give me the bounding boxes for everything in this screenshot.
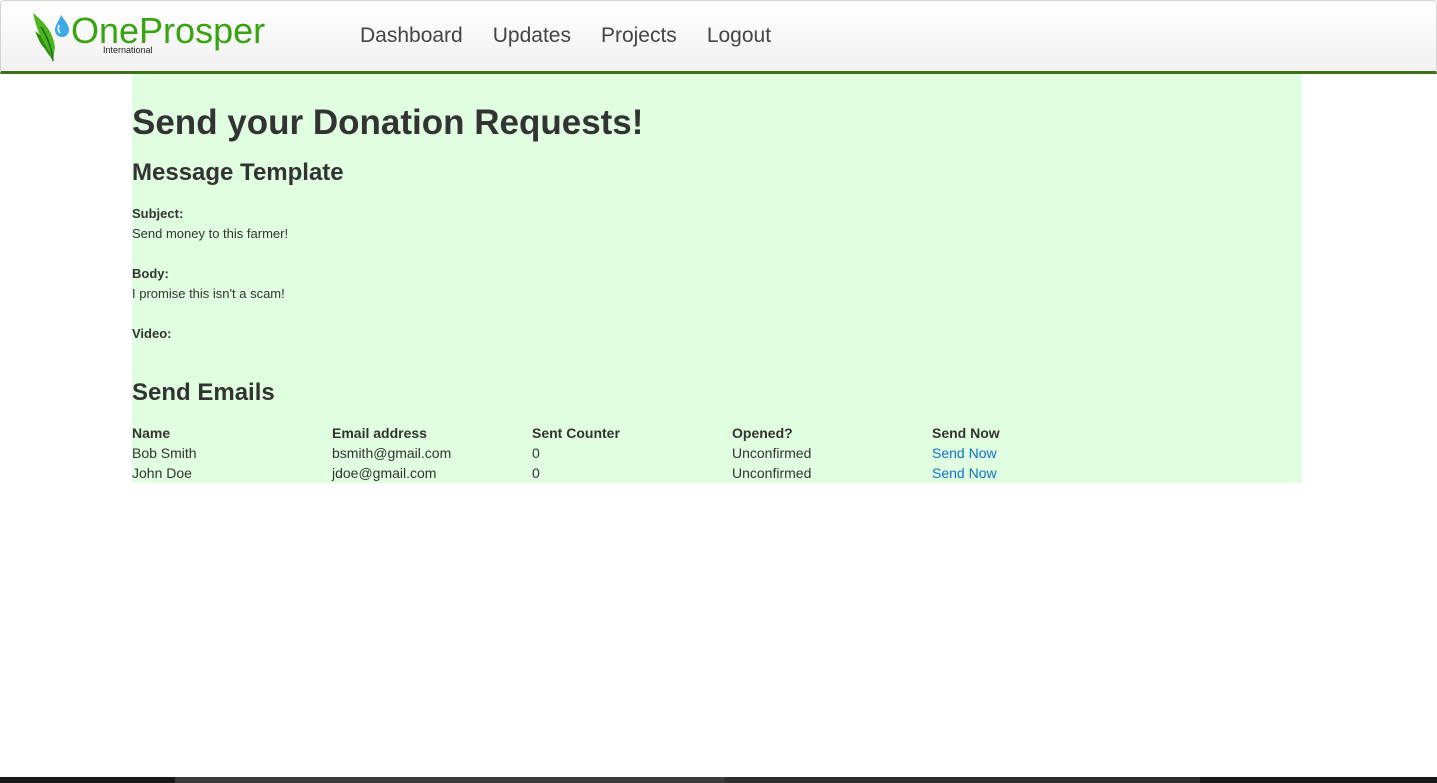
column-header-email: Email address [332,425,427,441]
brand-name: OneProsper [71,10,266,51]
brand-subtitle: International [103,45,153,55]
navbar: OneProsper International Dashboard Updat… [0,0,1437,74]
subject-label: Subject: [132,206,184,221]
cell-opened: Unconfirmed [732,445,812,461]
send-now-link[interactable]: Send Now [932,465,997,481]
nav-item-updates[interactable]: Updates [478,1,586,71]
column-header-opened: Opened? [732,425,793,441]
message-template-heading: Message Template [132,159,344,186]
leaf-logo-icon [33,13,69,62]
cell-name: John Doe [132,465,192,481]
cell-sent-counter: 0 [532,445,540,461]
cell-email: bsmith@gmail.com [332,445,452,461]
emails-table: Name Email address Sent Counter Opened? … [132,423,1132,483]
nav-item-dashboard[interactable]: Dashboard [345,1,478,71]
column-header-name: Name [132,425,171,441]
cell-sent-counter: 0 [532,465,540,481]
cell-action: Send Now [932,463,1132,483]
column-header-send-now: Send Now [932,425,1000,441]
subject-value: Send money to this farmer! [132,226,289,241]
cell-opened: Unconfirmed [732,465,812,481]
table-header-row: Name Email address Sent Counter Opened? … [132,423,1132,443]
video-label: Video: [132,326,172,341]
page-title: Send your Donation Requests! [132,103,644,142]
main-content: Send your Donation Requests! Message Tem… [132,74,1302,483]
cell-name: Bob Smith [132,445,197,461]
body-label: Body: [132,266,169,281]
table-row: John Doe jdoe@gmail.com 0 Unconfirmed Se… [132,463,1132,483]
body-value: I promise this isn't a scam! [132,286,285,301]
send-emails-heading: Send Emails [132,379,275,406]
column-header-sent-counter: Sent Counter [532,425,620,441]
cell-action: Send Now [932,443,1132,463]
window-bottom-edge [0,777,1437,783]
main-nav: Dashboard Updates Projects Logout [345,1,786,71]
send-now-link[interactable]: Send Now [932,445,997,461]
brand-logo-link[interactable]: OneProsper International [31,9,276,63]
nav-item-projects[interactable]: Projects [586,1,692,71]
cell-email: jdoe@gmail.com [332,465,437,481]
nav-item-logout[interactable]: Logout [692,1,786,71]
table-row: Bob Smith bsmith@gmail.com 0 Unconfirmed… [132,443,1132,463]
